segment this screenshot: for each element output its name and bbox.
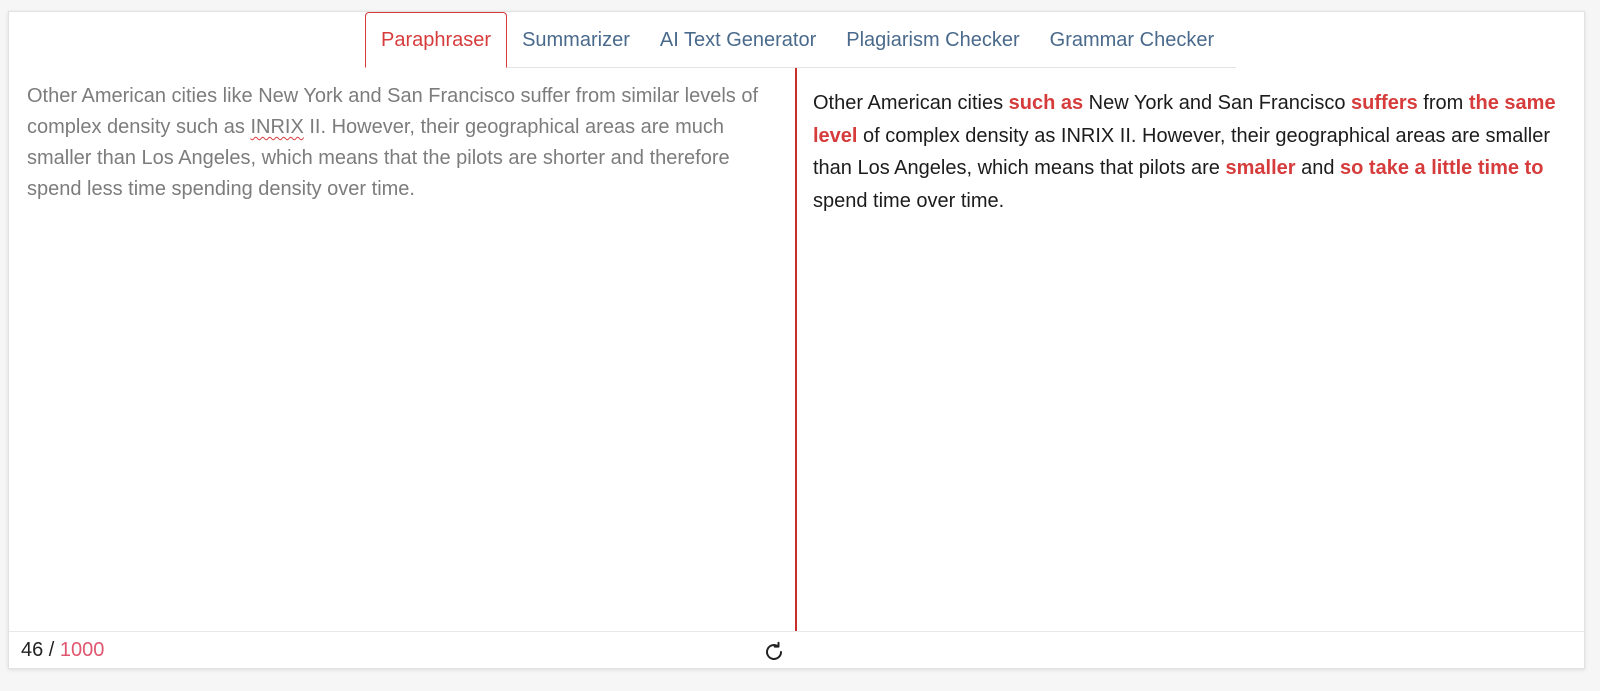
- tab-grammar-checker[interactable]: Grammar Checker: [1035, 12, 1229, 68]
- changed-phrase[interactable]: suffers: [1351, 92, 1418, 114]
- tab-plagiarism-checker[interactable]: Plagiarism Checker: [831, 12, 1034, 68]
- tab-ai-text-generator[interactable]: AI Text Generator: [645, 12, 831, 68]
- output-text: Other American cities such as New York a…: [813, 87, 1573, 217]
- tab-paraphraser[interactable]: Paraphraser: [365, 12, 508, 68]
- word-count: 46: [21, 639, 44, 661]
- counter-separator: /: [43, 639, 60, 661]
- tab-summarizer[interactable]: Summarizer: [507, 12, 645, 68]
- pane-divider: [795, 68, 797, 631]
- word-counter: 46 / 1000: [21, 639, 104, 662]
- changed-phrase[interactable]: smaller: [1225, 157, 1295, 179]
- changed-phrase[interactable]: such as: [1009, 92, 1083, 114]
- footer-bar: 46 / 1000: [9, 631, 1584, 670]
- changed-phrase[interactable]: so take a little time to: [1340, 157, 1543, 179]
- misspelled-word[interactable]: INRIX: [250, 116, 303, 138]
- output-segment: Other American cities: [813, 92, 1009, 114]
- word-limit: 1000: [59, 639, 105, 661]
- input-textarea[interactable]: Other American cities like New York and …: [27, 81, 787, 205]
- output-segment: from: [1417, 92, 1469, 114]
- tool-tabs: Paraphraser Summarizer AI Text Generator…: [365, 12, 1236, 68]
- refresh-icon[interactable]: [761, 639, 787, 665]
- output-segment: spend time over time.: [813, 189, 1005, 212]
- output-segment: New York and San Francisco: [1083, 92, 1352, 114]
- output-segment: and: [1295, 157, 1341, 179]
- paraphraser-card: Paraphraser Summarizer AI Text Generator…: [8, 11, 1585, 669]
